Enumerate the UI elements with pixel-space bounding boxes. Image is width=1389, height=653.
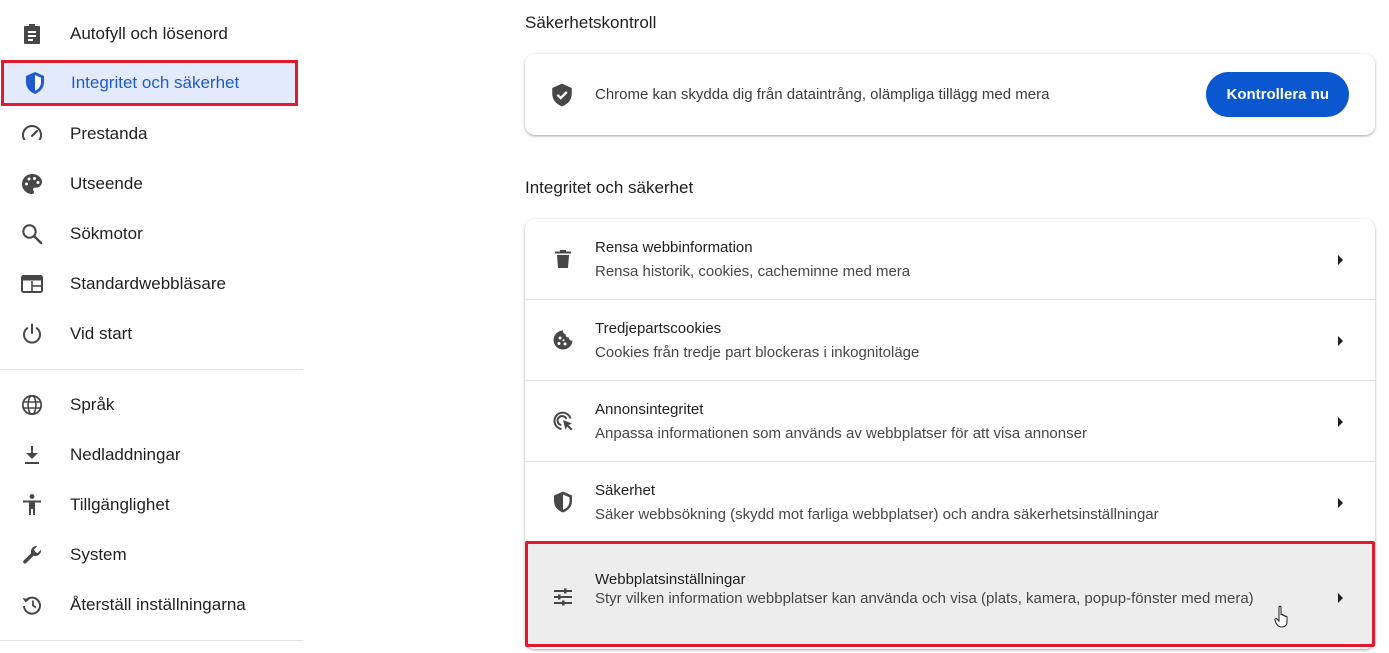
accessibility-icon — [20, 493, 44, 517]
safety-check-card: Chrome kan skydda dig från dataintrång, … — [525, 54, 1375, 135]
privacy-heading: Integritet och säkerhet — [525, 178, 694, 197]
safety-check-heading: Säkerhetskontroll — [525, 13, 657, 32]
sidebar-item-label: Integritet och säkerhet — [71, 73, 240, 92]
sidebar-item-on-startup[interactable]: Vid start — [0, 311, 303, 357]
sidebar-item-performance[interactable]: Prestanda — [0, 111, 303, 157]
sliders-icon — [551, 585, 575, 609]
search-icon — [20, 222, 44, 246]
chevron-right-icon — [1335, 334, 1345, 346]
row-title: Annonsintegritet — [595, 401, 704, 418]
check-now-button[interactable]: Kontrollera nu — [1206, 72, 1349, 117]
row-title: Rensa webbinformation — [595, 239, 753, 256]
sidebar-item-languages[interactable]: Språk — [0, 382, 303, 428]
cookie-icon — [551, 328, 575, 352]
sidebar-item-label: Autofyll och lösenord — [70, 24, 228, 43]
row-subtitle: Styr vilken information webbplatser kan … — [595, 590, 1254, 607]
sidebar-item-label: System — [70, 545, 127, 564]
sidebar-item-label: Nedladdningar — [70, 445, 181, 464]
hand-cursor-icon — [1274, 605, 1292, 629]
settings-sidebar: Autofyll och lösenord Integritet och säk… — [0, 0, 303, 653]
sidebar-item-autofill[interactable]: Autofyll och lösenord — [0, 11, 303, 57]
chevron-right-icon — [1335, 253, 1345, 265]
chevron-right-icon — [1335, 415, 1345, 427]
sidebar-item-label: Sökmotor — [70, 224, 143, 243]
sidebar-divider — [0, 369, 303, 370]
sidebar-item-label: Prestanda — [70, 124, 148, 143]
clipboard-icon — [20, 22, 44, 46]
row-subtitle: Cookies från tredje part blockeras i ink… — [595, 344, 920, 361]
speedometer-icon — [20, 122, 44, 146]
row-subtitle: Säker webbsökning (skydd mot farliga web… — [595, 506, 1159, 523]
sidebar-item-label: Återställ inställningarna — [70, 595, 246, 614]
row-subtitle: Rensa historik, cookies, cacheminne med … — [595, 263, 911, 280]
ad-privacy-row[interactable]: Annonsintegritet Anpassa informationen s… — [525, 381, 1375, 461]
shield-check-icon — [549, 82, 575, 108]
sidebar-item-label: Tillgänglighet — [70, 495, 170, 514]
sidebar-item-label: Standardwebbläsare — [70, 274, 226, 293]
security-shield-icon — [551, 490, 575, 514]
ad-privacy-icon — [551, 409, 575, 433]
site-settings-row[interactable]: Webbplatsinställningar Styr vilken infor… — [525, 541, 1375, 647]
sidebar-item-label: Utseende — [70, 174, 143, 193]
sidebar-item-default-browser[interactable]: Standardwebbläsare — [0, 261, 303, 307]
sidebar-item-search-engine[interactable]: Sökmotor — [0, 211, 303, 257]
sidebar-item-appearance[interactable]: Utseende — [0, 161, 303, 207]
security-row[interactable]: Säkerhet Säker webbsökning (skydd mot fa… — [525, 462, 1375, 541]
clear-browsing-data-row[interactable]: Rensa webbinformation Rensa historik, co… — [525, 219, 1375, 299]
palette-icon — [20, 172, 44, 196]
shield-icon — [23, 71, 47, 95]
chevron-right-icon — [1335, 591, 1345, 603]
browser-icon — [20, 272, 44, 296]
chevron-right-icon — [1335, 496, 1345, 508]
privacy-card: Rensa webbinformation Rensa historik, co… — [525, 219, 1375, 649]
sidebar-item-system[interactable]: System — [0, 532, 303, 578]
globe-icon — [20, 393, 44, 417]
sidebar-item-downloads[interactable]: Nedladdningar — [0, 432, 303, 478]
sidebar-item-privacy[interactable]: Integritet och säkerhet — [1, 60, 298, 106]
row-subtitle: Anpassa informationen som används av web… — [595, 425, 1087, 442]
trash-icon — [551, 247, 575, 271]
row-title: Tredjepartscookies — [595, 320, 722, 337]
download-icon — [20, 443, 44, 467]
third-party-cookies-row[interactable]: Tredjepartscookies Cookies från tredje p… — [525, 300, 1375, 380]
sidebar-item-label: Språk — [70, 395, 115, 414]
reset-icon — [20, 593, 44, 617]
sidebar-item-label: Vid start — [70, 324, 133, 343]
sidebar-item-reset-settings[interactable]: Återställ inställningarna — [0, 582, 303, 628]
safety-check-description: Chrome kan skydda dig från dataintrång, … — [595, 86, 1050, 103]
row-title: Säkerhet — [595, 482, 656, 499]
wrench-icon — [20, 543, 44, 567]
sidebar-item-accessibility[interactable]: Tillgänglighet — [0, 482, 303, 528]
power-icon — [20, 322, 44, 346]
sidebar-divider — [0, 640, 303, 641]
